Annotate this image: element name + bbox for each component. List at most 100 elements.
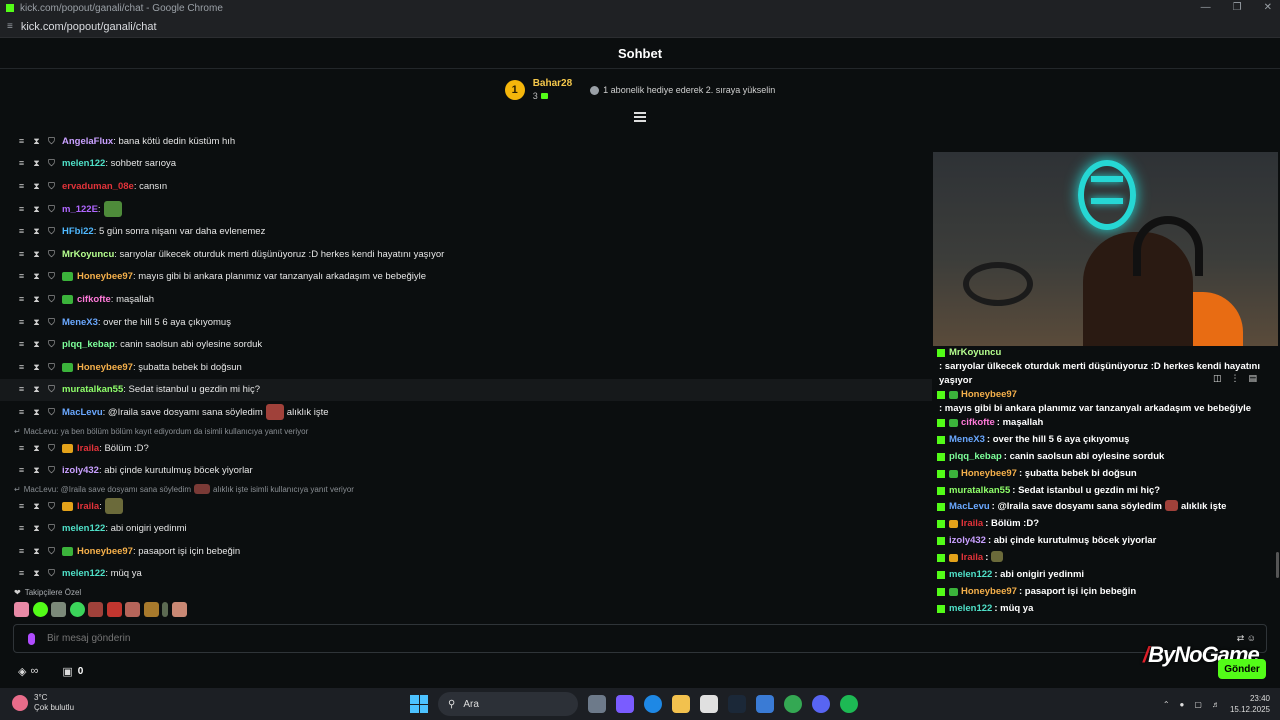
start-icon[interactable] [410,695,428,713]
emote-face4[interactable] [171,602,187,617]
emote-green[interactable] [69,602,85,617]
address-bar[interactable]: ≡ kick.com/popout/ganali/chat [0,16,1280,38]
timeout-icon[interactable]: ⧗ [33,226,40,237]
chat-username[interactable]: HFbi22 [62,226,94,237]
timeout-icon[interactable]: ⧗ [33,181,40,192]
ban-icon[interactable]: ⛉ [48,501,55,512]
ban-icon[interactable]: ⛉ [48,271,55,282]
ban-icon[interactable]: ⛉ [48,407,55,418]
chat-username[interactable]: Iraila [77,443,99,454]
task-view-icon[interactable] [588,695,606,713]
copilot-icon[interactable] [616,695,634,713]
emote-tiny[interactable] [162,602,168,617]
delete-icon[interactable]: ≡ [18,249,25,260]
url-text[interactable]: kick.com/popout/ganali/chat [21,21,157,33]
chat-username[interactable]: MacLevu [62,407,103,418]
emote-face2[interactable] [106,602,122,617]
emote-cat[interactable] [51,602,66,617]
timeout-icon[interactable]: ⧗ [33,362,40,373]
delete-icon[interactable]: ≡ [18,317,25,328]
timeout-icon[interactable]: ⧗ [33,568,40,579]
gift-button[interactable]: ▣ 0 [62,665,83,678]
timeout-icon[interactable]: ⧗ [33,546,40,557]
ban-icon[interactable]: ⛉ [48,249,55,260]
maximize-icon[interactable]: ❐ [1233,2,1242,13]
chat-toggle-icon[interactable]: ▤ [1249,373,1258,384]
ban-icon[interactable]: ⛉ [48,523,55,534]
delete-icon[interactable]: ≡ [18,362,25,373]
timeout-icon[interactable]: ⧗ [33,443,40,454]
mic-tray-icon[interactable]: ● [1180,700,1185,709]
chat-username[interactable]: Honeybee97 [77,362,133,373]
delete-icon[interactable]: ≡ [18,523,25,534]
stream-video[interactable] [933,152,1278,346]
chat-username[interactable]: muratalkan55 [62,384,123,395]
delete-icon[interactable]: ≡ [18,568,25,579]
delete-icon[interactable]: ≡ [18,181,25,192]
delete-icon[interactable]: ≡ [18,546,25,557]
ban-icon[interactable]: ⛉ [48,384,55,395]
delete-icon[interactable]: ≡ [18,465,25,476]
file-explorer-icon[interactable] [672,695,690,713]
discord-icon[interactable] [812,695,830,713]
delete-icon[interactable]: ≡ [18,294,25,305]
scrollbar[interactable] [1276,552,1279,578]
emote-heart[interactable] [14,602,29,617]
mail-icon[interactable] [756,695,774,713]
timeout-icon[interactable]: ⧗ [33,407,40,418]
timeout-icon[interactable]: ⧗ [33,465,40,476]
spotify-icon[interactable] [840,695,858,713]
ban-icon[interactable]: ⛉ [48,317,55,328]
chat-username[interactable]: MeneX3 [62,317,98,328]
chat-username[interactable]: ervaduman_08e [62,181,134,192]
timeout-icon[interactable]: ⧗ [33,294,40,305]
timeout-icon[interactable]: ⧗ [33,339,40,350]
emote-bird[interactable] [143,602,159,617]
delete-icon[interactable]: ≡ [18,271,25,282]
leader-username[interactable]: Bahar28 [533,78,572,90]
chat-username[interactable]: MrKoyuncu [62,249,114,260]
volume-icon[interactable]: ♬ [1212,700,1220,709]
pip-icon[interactable]: ◫ [1213,373,1222,384]
chat-input-box[interactable]: ⇄ ☺ [13,624,1267,653]
taskbar-search[interactable]: ⚲ Ara [438,692,578,716]
network-icon[interactable]: ▢ [1194,700,1202,709]
chat-username[interactable]: AngelaFlux [62,136,113,147]
ban-icon[interactable]: ⛉ [48,136,55,147]
chat-username[interactable]: melen122 [62,568,105,579]
emote-kick[interactable] [32,602,48,617]
mic-icon[interactable] [28,632,35,645]
minimize-icon[interactable]: — [1201,2,1211,13]
delete-icon[interactable]: ≡ [18,443,25,454]
delete-icon[interactable]: ≡ [18,158,25,169]
timeout-icon[interactable]: ⧗ [33,317,40,328]
ban-icon[interactable]: ⛉ [48,362,55,373]
timeout-icon[interactable]: ⧗ [33,249,40,260]
chat-username[interactable]: melen122 [62,158,105,169]
ban-icon[interactable]: ⛉ [48,443,55,454]
timeout-icon[interactable]: ⧗ [33,136,40,147]
chat-username[interactable]: Honeybee97 [77,546,133,557]
timeout-icon[interactable]: ⧗ [33,501,40,512]
ban-icon[interactable]: ⛉ [48,158,55,169]
send-button[interactable]: Gönder [1218,659,1266,679]
close-icon[interactable]: ✕ [1264,2,1272,13]
steam-icon[interactable] [728,695,746,713]
timeout-icon[interactable]: ⧗ [33,271,40,282]
chat-username[interactable]: izoly432 [62,465,99,476]
ban-icon[interactable]: ⛉ [48,226,55,237]
delete-icon[interactable]: ≡ [18,407,25,418]
delete-icon[interactable]: ≡ [18,226,25,237]
timeout-icon[interactable]: ⧗ [33,204,40,215]
emote-face3[interactable] [125,602,140,617]
chat-username[interactable]: plqq_kebap [62,339,115,350]
store-icon[interactable] [700,695,718,713]
settings-icon[interactable]: ⋮ [1231,373,1240,384]
ban-icon[interactable]: ⛉ [48,181,55,192]
chat-username[interactable]: Iraila [77,501,99,512]
clock[interactable]: 23:40 15.12.2025 [1230,693,1270,715]
ban-icon[interactable]: ⛉ [48,294,55,305]
chat-username[interactable]: Honeybee97 [77,271,133,282]
site-info-icon[interactable]: ≡ [7,21,13,32]
scroll-to-bottom-icon[interactable] [634,112,646,122]
